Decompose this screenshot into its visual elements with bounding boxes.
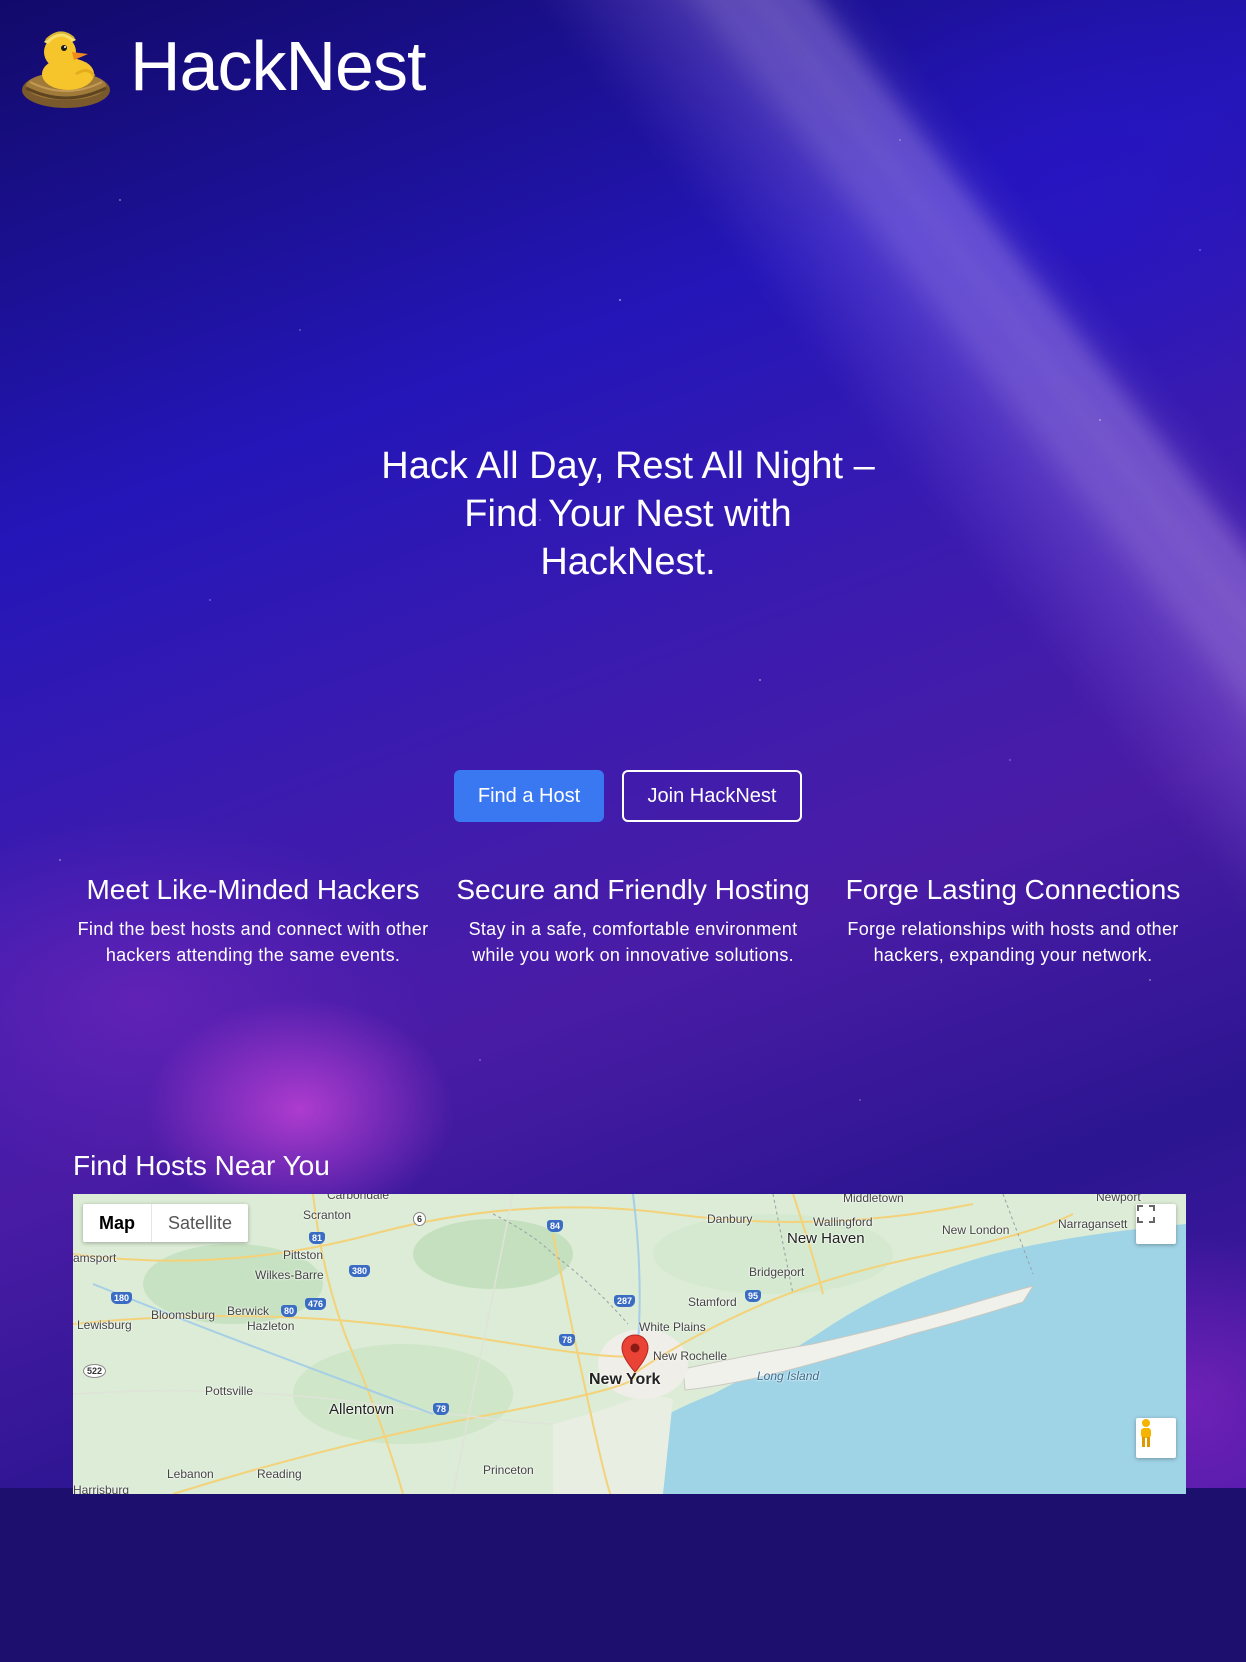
map-label: Reading <box>257 1467 302 1481</box>
join-hacknest-button[interactable]: Join HackNest <box>622 770 802 822</box>
fullscreen-icon <box>1137 1205 1155 1223</box>
feature-description: Forge relationships with hosts and other… <box>847 919 1179 965</box>
feature-card: Secure and Friendly Hosting Stay in a sa… <box>453 874 813 968</box>
feature-description: Find the best hosts and connect with oth… <box>77 919 429 965</box>
map-label: Stamford <box>688 1295 737 1309</box>
cta-row: Find a Host Join HackNest <box>0 770 1246 822</box>
map-label: Wallingford <box>813 1215 873 1229</box>
feature-card: Meet Like-Minded Hackers Find the best h… <box>73 874 433 968</box>
highway-shield: 84 <box>547 1220 564 1232</box>
map-label: Danbury <box>707 1212 753 1226</box>
highway-shield: 80 <box>281 1305 298 1317</box>
map-label: Lebanon <box>167 1467 214 1481</box>
highway-shield: 380 <box>349 1265 371 1277</box>
map-label: Middletown <box>843 1194 904 1205</box>
map-label: New Rochelle <box>653 1349 728 1363</box>
map-type-satellite-button[interactable]: Satellite <box>152 1204 248 1242</box>
map-label: Pottsville <box>205 1384 254 1398</box>
features-section: Meet Like-Minded Hackers Find the best h… <box>73 874 1193 968</box>
map-type-map-button[interactable]: Map <box>83 1204 152 1242</box>
map-label: Newport <box>1096 1194 1141 1204</box>
fullscreen-button[interactable] <box>1136 1204 1176 1244</box>
highway-shield: 522 <box>83 1364 107 1378</box>
hero-tagline: Hack All Day, Rest All Night – Find Your… <box>381 445 875 583</box>
feature-title: Secure and Friendly Hosting <box>456 874 810 905</box>
feature-description: Stay in a safe, comfortable environment … <box>468 919 798 965</box>
map-label: Hazleton <box>247 1319 295 1333</box>
map-label: New Haven <box>787 1230 865 1247</box>
map-label: Harrisburg <box>73 1483 130 1494</box>
hosts-map[interactable]: Carbondale Scranton Pittston Wilkes-Barr… <box>73 1194 1186 1494</box>
feature-title: Forge Lasting Connections <box>845 874 1181 905</box>
feature-card: Forge Lasting Connections Forge relation… <box>833 874 1193 968</box>
highway-shield: 81 <box>309 1232 326 1244</box>
map-section-title: Find Hosts Near You <box>73 1150 330 1181</box>
highway-shield: 287 <box>614 1295 636 1307</box>
map-label: Bloomsburg <box>151 1308 216 1322</box>
find-a-host-button[interactable]: Find a Host <box>454 770 604 822</box>
feature-title: Meet Like-Minded Hackers <box>86 874 420 905</box>
map-label: New London <box>942 1223 1010 1237</box>
map-label: Pittston <box>283 1248 324 1262</box>
map-label: White Plains <box>639 1320 706 1334</box>
brand-name: HackNest <box>130 27 426 105</box>
duck-in-nest-logo-icon <box>22 31 110 108</box>
highway-shield: 180 <box>111 1292 133 1304</box>
highway-shield: 476 <box>305 1298 327 1310</box>
highway-shield: 95 <box>745 1290 762 1302</box>
brand[interactable]: HackNest <box>16 16 426 116</box>
map-label: Scranton <box>303 1208 352 1222</box>
map-label: Long Island <box>757 1369 820 1383</box>
highway-shield: 78 <box>559 1334 576 1346</box>
map-label: Carbondale <box>327 1194 390 1202</box>
map-label: Berwick <box>227 1304 270 1318</box>
map-label: amsport <box>73 1251 117 1265</box>
map-label: Lewisburg <box>77 1318 132 1332</box>
map-label: Princeton <box>483 1463 534 1477</box>
map-label: Wilkes-Barre <box>255 1268 324 1282</box>
map-label: Bridgeport <box>749 1265 805 1279</box>
map-label: Allentown <box>329 1401 395 1418</box>
map-pin-icon <box>621 1334 649 1373</box>
map-label: Narragansett <box>1058 1217 1128 1231</box>
street-view-button[interactable] <box>1136 1418 1176 1458</box>
pegman-icon <box>1141 1419 1151 1447</box>
highway-shield: 6 <box>413 1212 427 1226</box>
highway-shield: 78 <box>433 1403 450 1415</box>
map-type-control: Map Satellite <box>83 1204 249 1242</box>
